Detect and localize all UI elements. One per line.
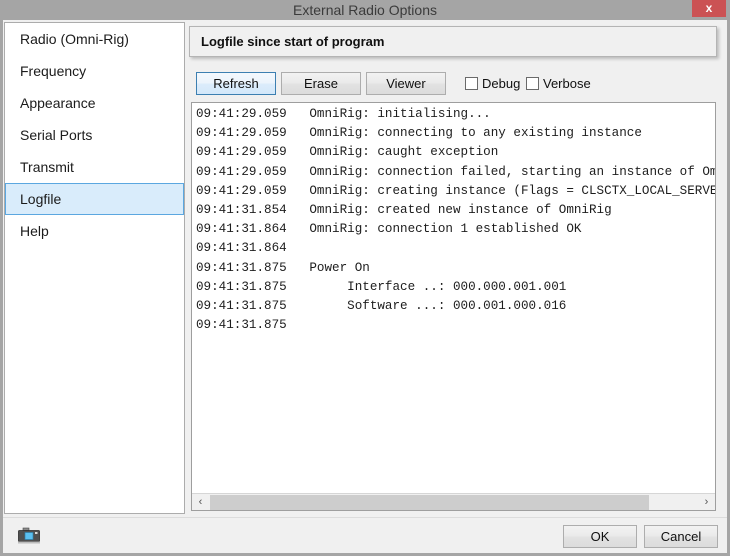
sidebar-item-serial-ports[interactable]: Serial Ports bbox=[5, 119, 184, 151]
erase-button[interactable]: Erase bbox=[281, 72, 361, 95]
sidebar-item-label: Radio (Omni-Rig) bbox=[20, 31, 129, 47]
sidebar-nav: Radio (Omni-Rig) Frequency Appearance Se… bbox=[4, 22, 185, 514]
dialog-footer: OK Cancel bbox=[3, 517, 727, 553]
close-icon[interactable]: x bbox=[692, 0, 726, 17]
client-area: Radio (Omni-Rig) Frequency Appearance Se… bbox=[3, 20, 727, 553]
refresh-button[interactable]: Refresh bbox=[196, 72, 276, 95]
viewer-button[interactable]: Viewer bbox=[366, 72, 446, 95]
title-bar: External Radio Options x bbox=[0, 0, 730, 20]
sidebar-item-logfile[interactable]: Logfile bbox=[5, 183, 184, 215]
debug-checkbox-label: Debug bbox=[482, 76, 521, 91]
sidebar-item-frequency[interactable]: Frequency bbox=[5, 55, 184, 87]
sidebar-item-transmit[interactable]: Transmit bbox=[5, 151, 184, 183]
sidebar-item-label: Help bbox=[20, 223, 49, 239]
logfile-toolbar: Refresh Erase Viewer Debug Verbose bbox=[189, 70, 717, 98]
sidebar-item-label: Logfile bbox=[20, 191, 62, 207]
section-header-title: Logfile since start of program bbox=[201, 34, 385, 49]
verbose-checkbox[interactable]: Verbose bbox=[526, 74, 591, 93]
dialog-window: External Radio Options x Radio (Omni-Rig… bbox=[0, 0, 730, 556]
checkbox-box-debug[interactable] bbox=[465, 77, 478, 90]
ok-button[interactable]: OK bbox=[563, 525, 637, 548]
scroll-right-arrow-icon[interactable]: › bbox=[698, 494, 715, 510]
content-panel: Logfile since start of program Refresh E… bbox=[189, 22, 722, 514]
scroll-left-arrow-icon[interactable]: ‹ bbox=[192, 494, 209, 510]
checkbox-box-verbose[interactable] bbox=[526, 77, 539, 90]
horizontal-scrollbar[interactable]: ‹ › bbox=[192, 493, 715, 510]
verbose-checkbox-label: Verbose bbox=[543, 76, 591, 91]
debug-checkbox[interactable]: Debug bbox=[465, 74, 520, 93]
log-output-area[interactable]: 09:41:29.059 OmniRig: initialising... 09… bbox=[191, 102, 716, 511]
cancel-button[interactable]: Cancel bbox=[644, 525, 718, 548]
sidebar-item-label: Appearance bbox=[20, 95, 96, 111]
sidebar-item-label: Transmit bbox=[20, 159, 74, 175]
sidebar-item-help[interactable]: Help bbox=[5, 215, 184, 247]
window-title: External Radio Options bbox=[293, 2, 437, 18]
camera-icon[interactable] bbox=[18, 527, 40, 545]
sidebar-item-appearance[interactable]: Appearance bbox=[5, 87, 184, 119]
log-text: 09:41:29.059 OmniRig: initialising... 09… bbox=[196, 107, 715, 333]
scrollbar-thumb[interactable] bbox=[210, 495, 649, 510]
sidebar-item-label: Serial Ports bbox=[20, 127, 93, 143]
section-header: Logfile since start of program bbox=[189, 26, 717, 57]
sidebar-item-label: Frequency bbox=[20, 63, 87, 79]
sidebar-item-radio-omni-rig[interactable]: Radio (Omni-Rig) bbox=[5, 23, 184, 55]
